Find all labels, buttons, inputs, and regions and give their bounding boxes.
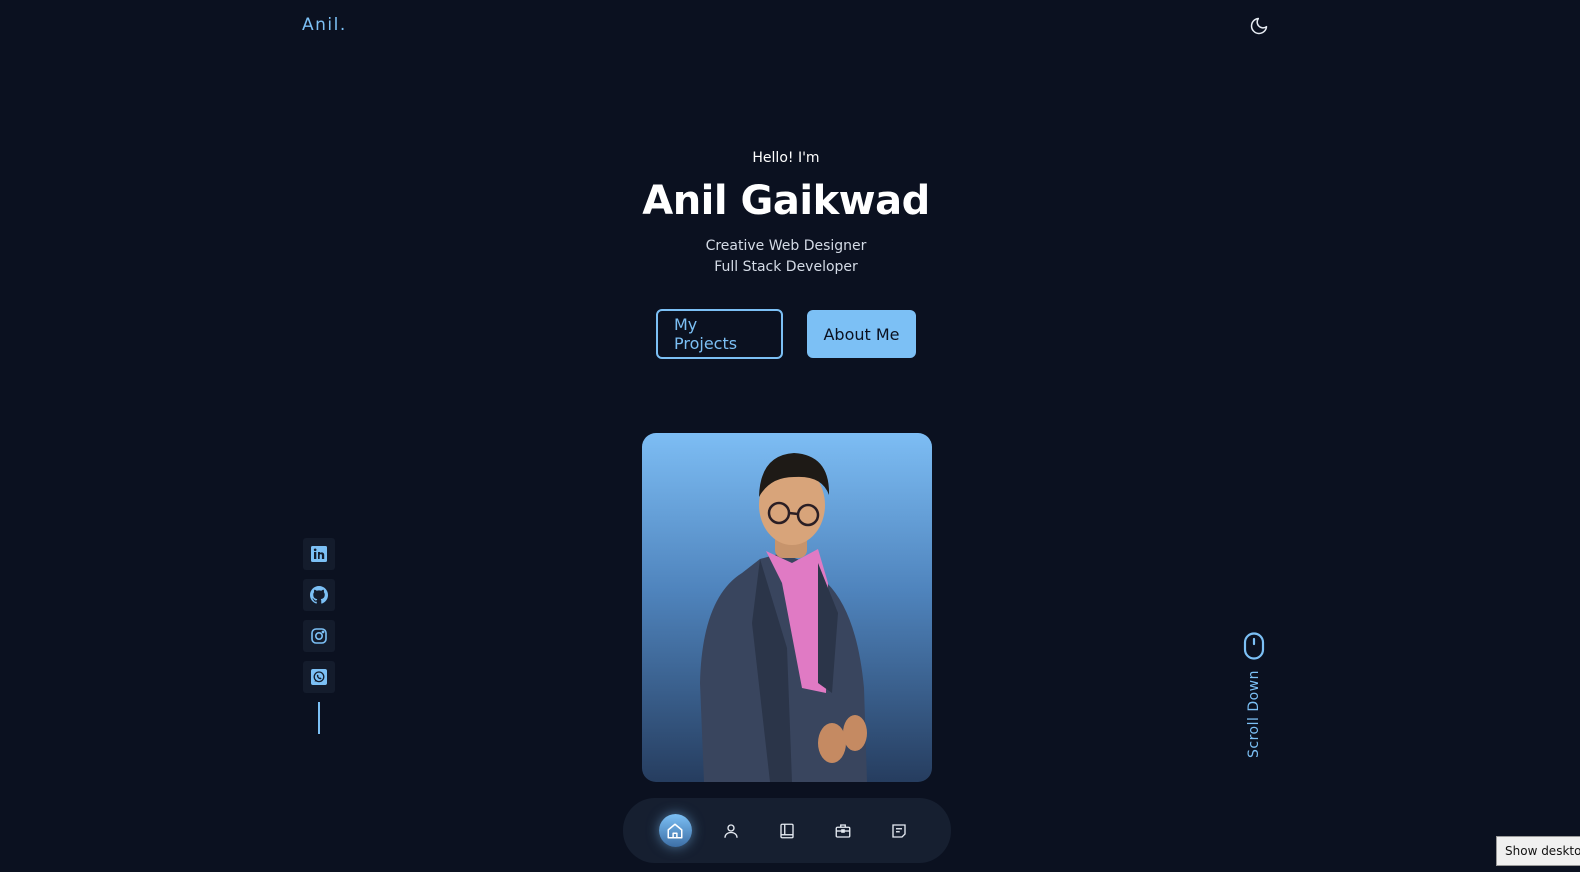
- user-icon: [724, 823, 738, 838]
- profile-photo: [642, 433, 932, 782]
- nav-about[interactable]: [715, 814, 748, 847]
- site-logo[interactable]: Anil.: [302, 15, 347, 35]
- github-icon: [310, 586, 328, 604]
- hero-role-1: Creative Web Designer: [705, 238, 867, 254]
- linkedin-link[interactable]: [303, 538, 335, 570]
- instagram-icon: [311, 628, 327, 644]
- message-icon: [892, 823, 906, 838]
- mouse-icon: [1243, 632, 1265, 660]
- hero-section: Hello! I'm Anil Gaikwad Creative Web Des…: [0, 150, 1572, 278]
- book-icon: [780, 823, 794, 838]
- linkedin-icon: [311, 546, 327, 562]
- github-link[interactable]: [303, 579, 335, 611]
- person-illustration: [700, 453, 867, 782]
- social-divider-line: [318, 702, 320, 734]
- social-links: [303, 538, 335, 734]
- hero-buttons: My Projects About Me: [0, 309, 1572, 359]
- whatsapp-icon: [311, 669, 327, 685]
- nav-home[interactable]: [658, 814, 692, 847]
- bottom-nav: [623, 798, 951, 863]
- whatsapp-link[interactable]: [303, 661, 335, 693]
- home-icon: [667, 823, 683, 838]
- nav-contact[interactable]: [883, 814, 916, 847]
- hero-name: Anil Gaikwad: [642, 178, 930, 224]
- nav-resume[interactable]: [771, 814, 804, 847]
- hero-greeting: Hello! I'm: [752, 150, 820, 166]
- scroll-down-label: Scroll Down: [1246, 670, 1262, 758]
- nav-portfolio[interactable]: [827, 814, 860, 847]
- show-desktop-tooltip: Show desktop: [1496, 836, 1580, 866]
- briefcase-icon: [835, 823, 851, 838]
- hero-role-2: Full Stack Developer: [714, 259, 858, 275]
- about-me-button[interactable]: About Me: [807, 310, 916, 358]
- instagram-link[interactable]: [303, 620, 335, 652]
- theme-toggle-button[interactable]: [1248, 15, 1270, 37]
- my-projects-button[interactable]: My Projects: [656, 309, 783, 359]
- moon-icon: [1250, 17, 1268, 35]
- scroll-down-link[interactable]: Scroll Down: [1241, 632, 1267, 758]
